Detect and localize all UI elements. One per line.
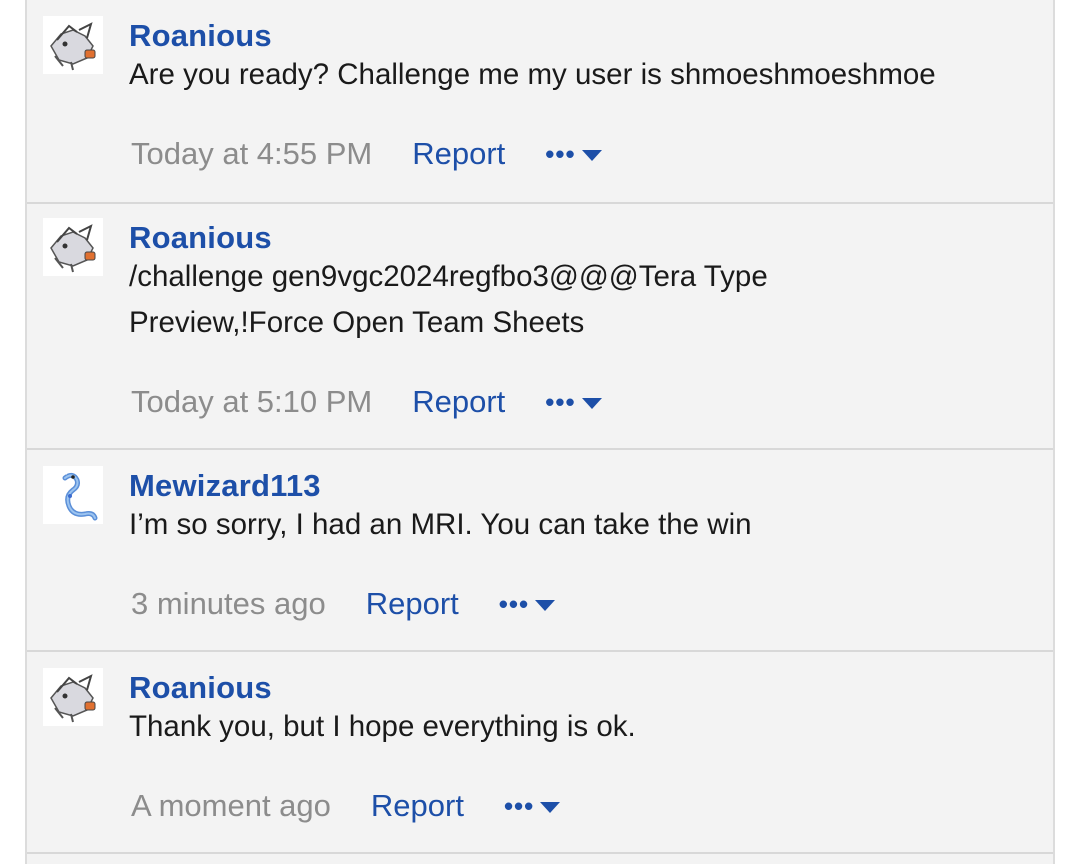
author-link[interactable]: Mewizard113: [129, 468, 1033, 504]
message-text-line: Are you ready? Challenge me my user is s…: [129, 58, 936, 91]
chevron-down-icon: [581, 398, 602, 409]
author-link[interactable]: Roanious: [129, 18, 1033, 54]
ellipsis-icon: •••: [498, 589, 530, 619]
message-item: Roanious Are you ready? Challenge me my …: [27, 0, 1053, 204]
more-options-button[interactable]: •••: [545, 139, 602, 169]
message-item: Mewizard113 I’m so sorry, I had an MRI. …: [27, 450, 1053, 652]
author-link[interactable]: Roanious: [129, 670, 1033, 706]
message-text-line: I’m so sorry, I had an MRI. You can take…: [129, 508, 752, 541]
message-thread: Roanious Are you ready? Challenge me my …: [25, 0, 1055, 864]
chevron-down-icon: [535, 600, 556, 611]
chevron-down-icon: [540, 802, 561, 813]
ellipsis-icon: •••: [545, 387, 576, 417]
ellipsis-icon: •••: [545, 139, 576, 169]
more-options-button[interactable]: •••: [545, 387, 602, 417]
message-text-line: Preview,!Force Open Team Sheets: [129, 306, 585, 339]
dragonair-sprite-icon[interactable]: [43, 466, 103, 524]
report-link[interactable]: Report: [412, 136, 505, 172]
message-text-line: /challenge gen9vgc2024regfbo3@@@Tera Typ…: [129, 260, 768, 293]
reshiram-sprite-icon[interactable]: [43, 218, 103, 276]
chevron-down-icon: [581, 150, 602, 161]
timestamp[interactable]: Today at 5:10 PM: [131, 384, 372, 420]
message-text-line: Thank you, but I hope everything is ok.: [129, 710, 636, 743]
report-link[interactable]: Report: [366, 586, 459, 622]
more-options-button[interactable]: •••: [503, 791, 561, 821]
reshiram-sprite-icon[interactable]: [43, 668, 103, 726]
reshiram-sprite-icon[interactable]: [43, 16, 103, 74]
author-link[interactable]: Roanious: [129, 220, 1033, 256]
ellipsis-icon: •••: [503, 791, 535, 821]
more-options-button[interactable]: •••: [498, 589, 556, 619]
timestamp[interactable]: Today at 4:55 PM: [131, 136, 372, 172]
timestamp[interactable]: 3 minutes ago: [131, 586, 326, 622]
report-link[interactable]: Report: [371, 788, 464, 824]
report-link[interactable]: Report: [412, 384, 505, 420]
timestamp[interactable]: A moment ago: [131, 788, 331, 824]
message-item: Roanious Thank you, but I hope everythin…: [27, 652, 1053, 854]
message-item: Roanious /challenge gen9vgc2024regfbo3@@…: [27, 204, 1053, 450]
